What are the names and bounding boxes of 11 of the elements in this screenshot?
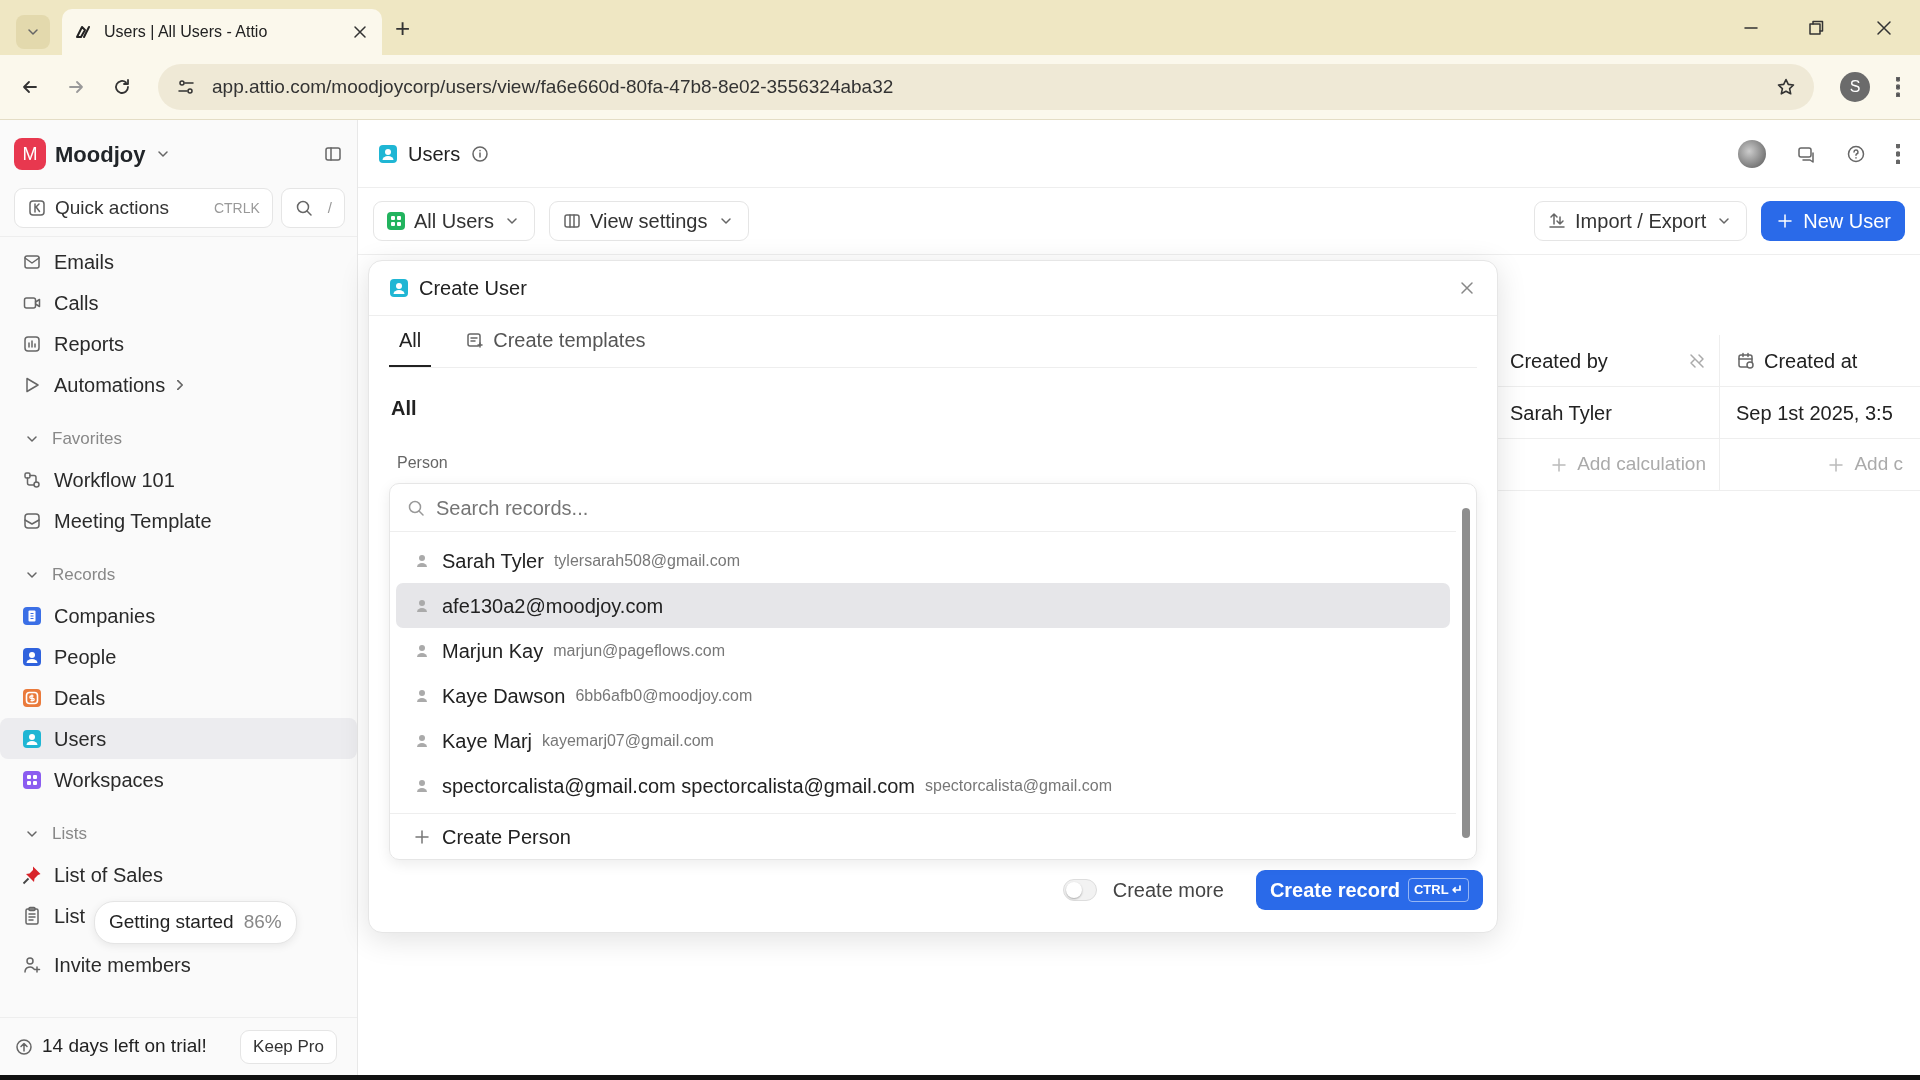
trial-notice: 14 days left on trial!: [42, 1034, 207, 1059]
url-text: app.attio.com/moodjoycorp/users/view/fa6e660d-80fa-47b8-8e02-3556324aba32: [212, 74, 895, 99]
section-heading: All: [391, 396, 417, 421]
dialog-title: Create User: [419, 275, 528, 301]
tab-title: Users | All Users - Attio: [104, 22, 269, 42]
table-cell-text: Sarah Tyler: [1510, 400, 1612, 426]
create-more-label: Create more: [1112, 878, 1224, 903]
page-title: Users: [408, 141, 461, 167]
workspace-logo: M: [14, 138, 46, 170]
field-label: Person: [397, 453, 448, 473]
table-cell-text: Sep 1st 2025, 3:5: [1736, 400, 1893, 426]
